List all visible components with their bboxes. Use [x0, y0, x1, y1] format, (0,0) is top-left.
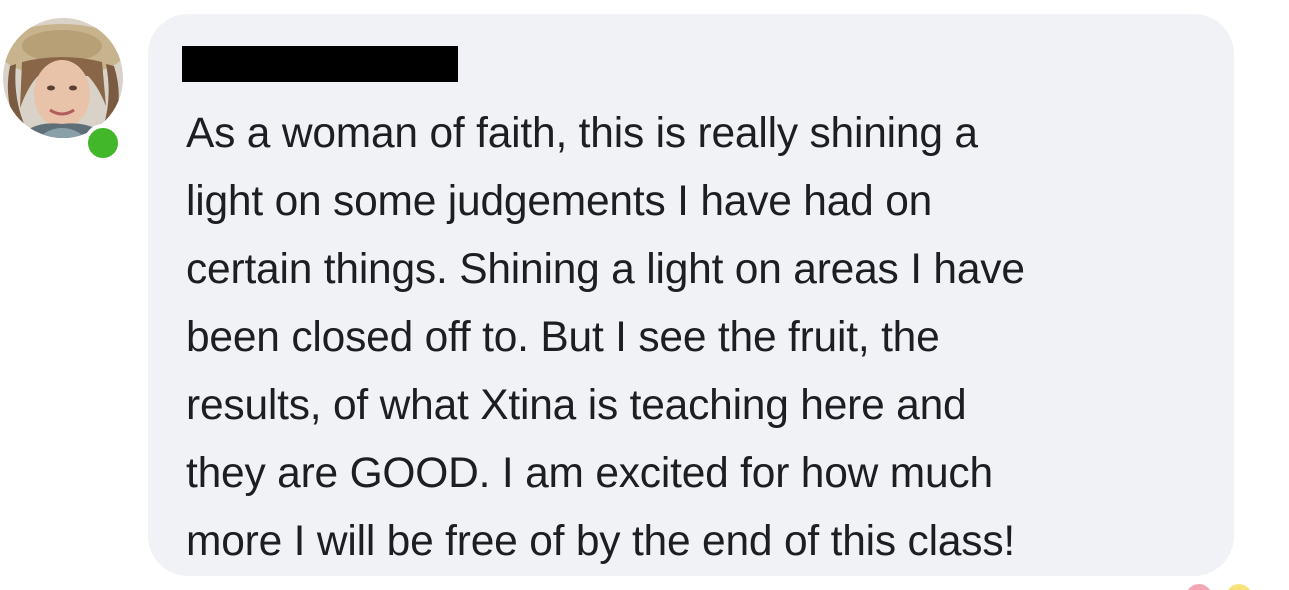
- haha-reaction-icon: [1226, 584, 1252, 590]
- comment-text-line: results, of what Xtina is teaching here …: [186, 382, 967, 429]
- author-name-redacted[interactable]: [182, 46, 458, 82]
- comment: As a woman of faith, this is really shin…: [0, 0, 1289, 590]
- comment-text-line: light on some judgements I have had on: [186, 178, 933, 225]
- online-status-icon: [84, 124, 122, 162]
- comment-text-line: more I will be free of by the end of thi…: [186, 518, 1015, 565]
- avatar[interactable]: [2, 16, 124, 162]
- comment-text-line: they are GOOD. I am excited for how much: [186, 450, 993, 497]
- profile-photo-icon: [3, 18, 123, 138]
- comment-text-line: certain things. Shining a light on areas…: [186, 246, 1025, 293]
- comment-text: As a woman of faith, this is really shin…: [186, 100, 1226, 576]
- comment-text-line: As a woman of faith, this is really shin…: [186, 110, 978, 157]
- love-reaction-icon: [1186, 584, 1212, 590]
- comment-text-line: been closed off to. But I see the fruit,…: [186, 314, 940, 361]
- reaction-summary[interactable]: [1186, 580, 1266, 590]
